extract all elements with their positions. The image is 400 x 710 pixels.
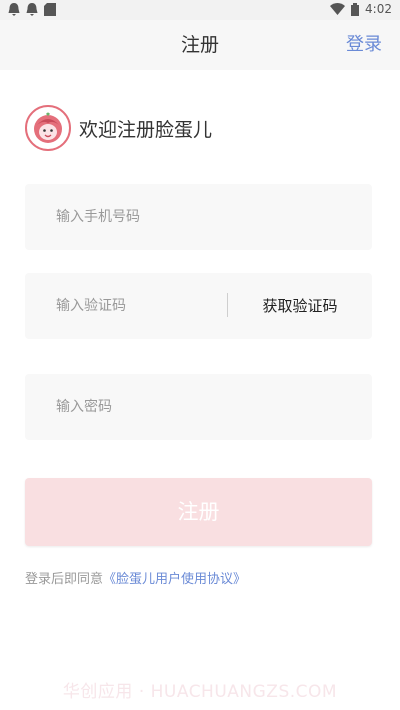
get-code-button[interactable]: 获取验证码 [228,273,372,339]
battery-icon [351,2,360,16]
status-bar-right: 4:02 [330,2,392,16]
notification-icon [26,3,38,16]
phone-input[interactable] [25,184,372,250]
code-input[interactable] [25,273,225,339]
phone-field [25,184,372,250]
code-field: 获取验证码 [25,273,372,339]
face-logo-icon [34,112,62,143]
login-link[interactable]: 登录 [346,20,382,70]
status-bar-left [8,3,56,16]
watermark: 华创应用 · HUACHUANGZS.COM [62,682,338,702]
status-bar: 4:02 [0,0,400,20]
wifi-icon [330,3,346,15]
app-header: 注册 登录 [0,20,400,70]
agreement-prefix: 登录后即同意 [25,572,104,587]
welcome-row: 欢迎注册脸蛋儿 [25,105,212,151]
app-logo [25,105,71,151]
agreement-text: 登录后即同意《脸蛋儿用户使用协议》 [25,568,246,587]
agreement-link[interactable]: 《脸蛋儿用户使用协议》 [103,572,246,587]
register-button[interactable]: 注册 [25,478,372,546]
sdcard-icon [44,3,56,16]
page-title: 注册 [180,34,219,56]
password-field [25,374,372,440]
notification-icon [8,3,20,16]
status-time: 4:02 [365,2,392,16]
welcome-text: 欢迎注册脸蛋儿 [79,118,213,141]
password-input[interactable] [25,374,372,440]
